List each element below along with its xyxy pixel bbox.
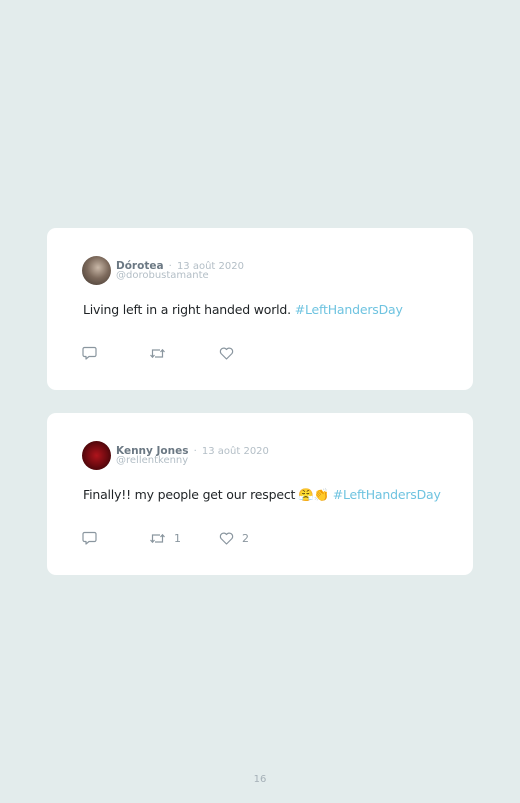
retweet-button[interactable]: 1	[149, 530, 181, 546]
reply-button[interactable]	[82, 530, 97, 546]
tweet-actions	[82, 345, 282, 361]
like-count: 2	[242, 531, 249, 545]
tweet-card: Kenny Jones · 13 août 2020 @rellentkenny…	[47, 413, 473, 575]
reply-button[interactable]	[82, 345, 97, 361]
tweet-body: Living left in a right handed world.	[83, 302, 291, 317]
retweet-icon	[150, 348, 165, 358]
tweet-text: Finally!! my people get our respect 😤👏 #L…	[83, 487, 441, 503]
heart-icon	[219, 347, 234, 360]
page-number: 16	[253, 774, 267, 785]
retweet-button[interactable]	[149, 345, 174, 361]
tweet-actions: 1 2	[82, 530, 282, 546]
tweet-body: Finally!! my people get our respect	[83, 487, 296, 502]
tweet-date[interactable]: 13 août 2020	[202, 446, 269, 457]
tweet-text: Living left in a right handed world. #Le…	[83, 302, 403, 317]
reply-icon	[82, 531, 97, 545]
like-button[interactable]	[219, 345, 242, 361]
avatar[interactable]	[82, 256, 111, 285]
heart-icon	[219, 532, 234, 545]
emoji: 😤👏	[298, 487, 329, 502]
author-handle[interactable]: @rellentkenny	[116, 455, 188, 466]
tweet-card: Dórotea · 13 août 2020 @dorobustamante L…	[47, 228, 473, 390]
like-button[interactable]: 2	[219, 530, 249, 546]
separator-dot: ·	[193, 446, 197, 457]
retweet-icon	[150, 533, 165, 543]
hashtag-link[interactable]: #LeftHandersDay	[295, 302, 403, 317]
hashtag-link[interactable]: #LeftHandersDay	[333, 487, 441, 502]
author-handle[interactable]: @dorobustamante	[116, 270, 209, 281]
reply-icon	[82, 346, 97, 360]
retweet-count: 1	[174, 531, 181, 545]
avatar[interactable]	[82, 441, 111, 470]
